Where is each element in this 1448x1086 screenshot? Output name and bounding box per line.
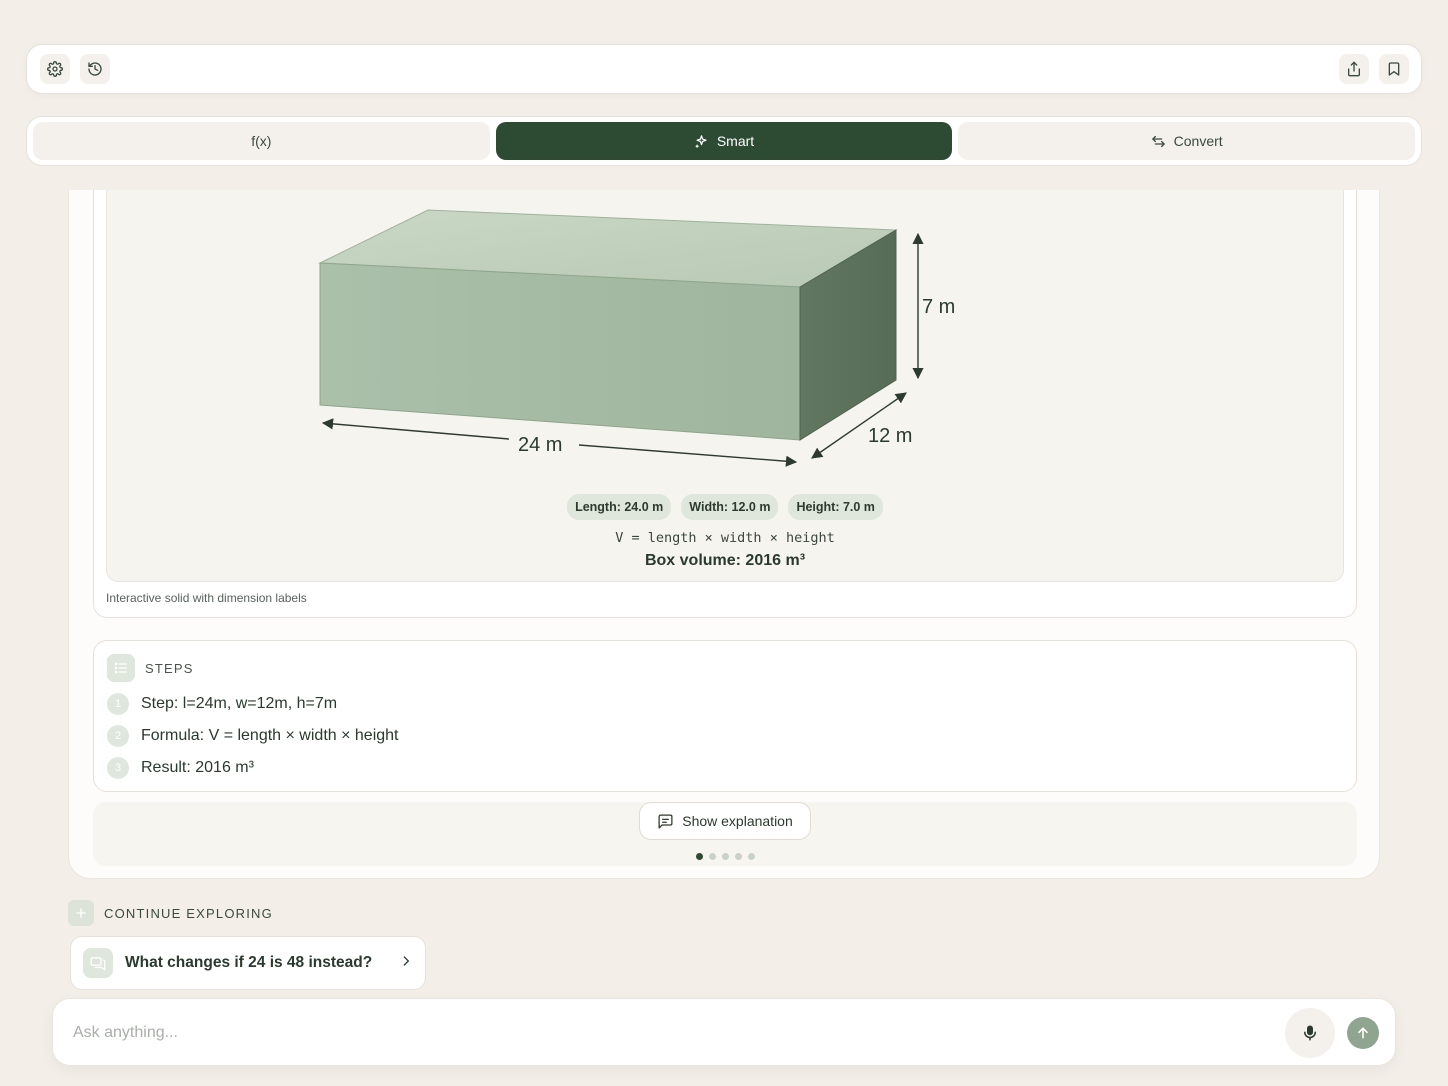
step-item: 3 Result: 2016 m³	[107, 757, 254, 779]
pager-dot[interactable]	[721, 853, 729, 860]
message-icon	[658, 813, 673, 829]
visualization-panel: 7 m 24 m 12 m Length: 24.0 m Width: 12.0…	[93, 190, 1357, 618]
send-button[interactable]	[1347, 1017, 1379, 1049]
share-button[interactable]	[1339, 54, 1369, 84]
gear-icon	[47, 61, 63, 77]
box-front-face	[319, 262, 801, 441]
height-label: 7 m	[922, 296, 955, 318]
step-number: 3	[107, 757, 129, 779]
plus-icon	[68, 900, 94, 926]
step-item: 2 Formula: V = length × width × height	[107, 725, 398, 747]
microphone-icon	[1304, 1025, 1316, 1041]
ask-input[interactable]	[73, 1019, 1253, 1047]
tab-fx[interactable]: f(x)	[33, 122, 490, 160]
tab-convert[interactable]: Convert	[958, 122, 1416, 160]
step-text: Step: l=24m, w=12m, h=7m	[141, 695, 338, 712]
arrow-up-icon	[1358, 1027, 1368, 1039]
sparkle-icon	[695, 134, 707, 148]
swap-arrows-icon	[1151, 135, 1165, 147]
step-number: 1	[107, 693, 129, 715]
pager-dot[interactable]	[734, 853, 742, 860]
continue-exploring-title: CONTINUE EXPLORING	[104, 905, 273, 921]
width-label: 12 m	[868, 425, 912, 447]
steps-header: STEPS	[107, 654, 194, 682]
composer	[52, 998, 1396, 1066]
continue-exploring-header: CONTINUE EXPLORING	[68, 900, 273, 926]
pager-dot[interactable]	[695, 853, 703, 860]
box-3d-illustration: 7 m 24 m 12 m	[318, 209, 955, 467]
chevron-right-icon	[399, 954, 413, 973]
explanation-area: Show explanation	[93, 802, 1357, 866]
volume-result: Box volume: 2016 m³	[644, 552, 806, 569]
length-arrow-left	[321, 418, 510, 440]
length-label: 24 m	[518, 434, 562, 456]
suggestion-text: What changes if 24 is 48 instead?	[125, 954, 373, 971]
show-explanation-label: Show explanation	[682, 813, 793, 829]
step-number: 2	[107, 725, 129, 747]
microphone-button[interactable]	[1285, 1008, 1335, 1058]
settings-button[interactable]	[40, 54, 70, 84]
top-toolbar	[26, 44, 1422, 94]
step-text: Formula: V = length × width × height	[141, 727, 399, 744]
history-button[interactable]	[80, 54, 110, 84]
show-explanation-button[interactable]: Show explanation	[639, 802, 811, 840]
tab-label: Convert	[1173, 133, 1223, 149]
tab-smart[interactable]: Smart	[495, 122, 953, 160]
result-card: 7 m 24 m 12 m Length: 24.0 m Width: 12.0…	[68, 190, 1380, 879]
bookmark-button[interactable]	[1379, 54, 1409, 84]
list-icon	[107, 654, 135, 682]
tab-label: f(x)	[251, 133, 272, 149]
step-text: Result: 2016 m³	[141, 759, 254, 776]
volume-formula: V = length × width × height	[615, 530, 835, 546]
chat-bubbles-icon	[83, 948, 113, 978]
suggestion-card[interactable]: What changes if 24 is 48 instead?	[70, 936, 426, 990]
length-arrow-right	[578, 444, 798, 467]
length-chip: Length: 24.0 m	[567, 494, 672, 520]
mode-tabs: f(x) Smart Convert	[26, 116, 1422, 166]
solid-viewer[interactable]: 7 m 24 m 12 m Length: 24.0 m Width: 12.0…	[106, 190, 1344, 582]
step-item: 1 Step: l=24m, w=12m, h=7m	[107, 693, 337, 715]
steps-panel: STEPS 1 Step: l=24m, w=12m, h=7m 2 Formu…	[93, 640, 1357, 792]
share-icon	[1348, 61, 1360, 77]
visualization-caption: Interactive solid with dimension labels	[106, 591, 307, 605]
tab-label: Smart	[716, 133, 755, 149]
history-icon	[88, 62, 102, 76]
width-chip: Width: 12.0 m	[681, 494, 779, 520]
pager-dot[interactable]	[708, 853, 716, 860]
pager-dots	[93, 853, 1357, 860]
pager-dot[interactable]	[747, 853, 755, 860]
height-chip: Height: 7.0 m	[788, 494, 883, 520]
dimension-chips: Length: 24.0 m Width: 12.0 m Height: 7.0…	[107, 494, 1343, 520]
steps-title: STEPS	[145, 660, 194, 676]
bookmark-icon	[1388, 62, 1400, 76]
